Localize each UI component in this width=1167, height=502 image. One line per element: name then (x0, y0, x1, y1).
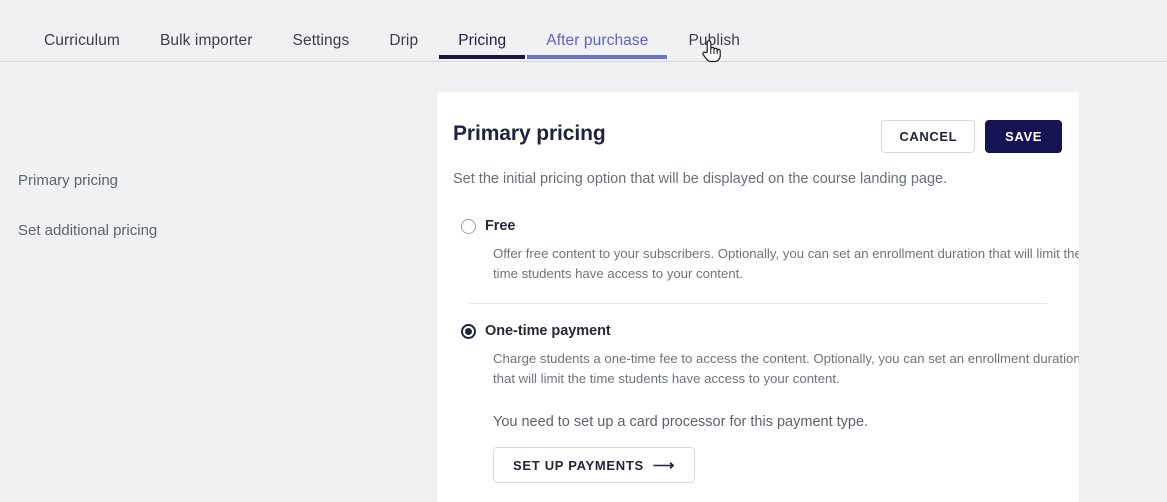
tab-label: Drip (389, 32, 419, 49)
sidebar-item-label: Primary pricing (18, 172, 119, 189)
page-title: Primary pricing (453, 122, 606, 145)
tab-label: Curriculum (44, 32, 120, 49)
sidebar-item-set-additional-pricing[interactable]: Set additional pricing (18, 222, 157, 239)
primary-pricing-card: Primary pricing CANCEL SAVE Set the init… (437, 92, 1079, 502)
tab-settings[interactable]: Settings (273, 0, 370, 62)
tab-label: Pricing (458, 32, 507, 49)
radio-free-icon[interactable] (461, 218, 476, 234)
option-divider (469, 303, 1047, 304)
pricing-option-free-label: Free (485, 218, 516, 234)
cancel-button[interactable]: CANCEL (881, 120, 976, 153)
tab-label: After purchase (546, 32, 649, 49)
pricing-sidebar: Primary pricing Set additional pricing (0, 63, 437, 502)
tab-label: Bulk importer (159, 32, 253, 49)
tab-bulk-importer[interactable]: Bulk importer (140, 0, 273, 62)
tab-curriculum[interactable]: Curriculum (24, 0, 140, 62)
tab-label: Settings (292, 32, 350, 49)
card-header: Primary pricing CANCEL SAVE (453, 120, 1063, 160)
pricing-option-one-time-payment-row[interactable]: One-time payment (461, 323, 611, 339)
set-up-payments-button[interactable]: SET UP PAYMENTS ⟶ (493, 447, 696, 483)
sidebar-item-label: Set additional pricing (18, 222, 158, 239)
cancel-button-label: CANCEL (899, 129, 958, 144)
card-subtitle: Set the initial pricing option that will… (453, 171, 948, 187)
hover-tab-underline (527, 55, 668, 59)
tab-pricing[interactable]: Pricing (438, 0, 526, 62)
set-up-payments-label: SET UP PAYMENTS (513, 457, 644, 473)
sidebar-item-primary-pricing[interactable]: Primary pricing (18, 172, 118, 189)
top-tab-bar: Curriculum Bulk importer Settings Drip P… (0, 0, 1167, 62)
tab-publish[interactable]: Publish (668, 0, 760, 62)
radio-one-time-payment-icon[interactable] (461, 323, 476, 339)
card-header-actions: CANCEL SAVE (881, 120, 1062, 153)
card-processor-note: You need to set up a card processor for … (493, 414, 869, 430)
tab-list: Curriculum Bulk importer Settings Drip P… (24, 0, 760, 62)
pricing-option-free-description: Offer free content to your subscribers. … (493, 246, 1079, 281)
pricing-option-one-time-payment-description: Charge students a one-time fee to access… (493, 351, 1079, 386)
active-tab-underline (439, 55, 526, 59)
save-button-label: SAVE (1005, 129, 1042, 144)
tab-label: Publish (688, 32, 741, 49)
arrow-right-icon: ⟶ (652, 456, 676, 474)
save-button[interactable]: SAVE (985, 120, 1062, 153)
card-content: Primary pricing CANCEL SAVE Set the init… (453, 92, 1079, 502)
tab-after-purchase[interactable]: After purchase (526, 0, 668, 62)
tab-drip[interactable]: Drip (369, 0, 438, 62)
pricing-option-one-time-payment-label: One-time payment (485, 323, 611, 339)
pricing-option-free-row[interactable]: Free (461, 218, 515, 234)
